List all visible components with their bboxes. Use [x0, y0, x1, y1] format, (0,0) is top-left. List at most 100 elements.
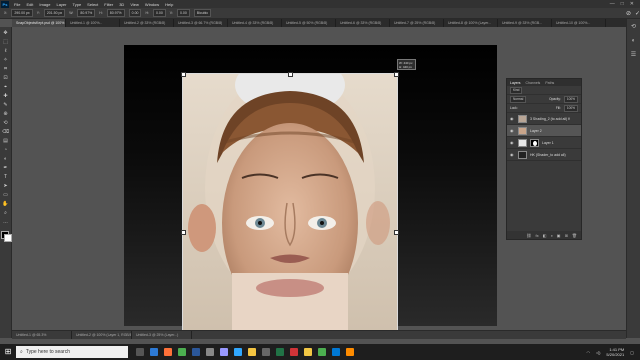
- zoom-icon[interactable]: ⌕: [2, 210, 10, 217]
- gradient-icon[interactable]: ▤: [2, 138, 10, 145]
- app-red-app-icon[interactable]: [290, 348, 298, 356]
- layers-footer-icon[interactable]: ◧: [543, 233, 547, 238]
- visibility-eye-icon[interactable]: ◉: [510, 152, 515, 157]
- type-icon[interactable]: T: [2, 174, 10, 181]
- handle-top-left[interactable]: [181, 72, 186, 77]
- handle-left[interactable]: [181, 230, 186, 235]
- document-tab[interactable]: Untitled-5 @ 50% (RGB/8): [282, 19, 336, 27]
- dodge-icon[interactable]: ◐: [2, 156, 10, 163]
- path-select-icon[interactable]: ➤: [2, 183, 10, 190]
- background-color-swatch[interactable]: [3, 234, 12, 242]
- document-tab[interactable]: Untitled-1 @ 100%...: [66, 19, 120, 27]
- layer-mask-thumbnail[interactable]: [530, 138, 539, 147]
- rotate-field[interactable]: 0.00: [128, 9, 142, 17]
- hand-icon[interactable]: ✋: [2, 201, 10, 208]
- bottom-document-tab[interactable]: Untitled-3 @ 25% (Layer...): [132, 331, 192, 339]
- menu-image[interactable]: Image: [36, 2, 53, 7]
- magic-wand-icon[interactable]: ✧: [2, 57, 10, 64]
- layer-row[interactable]: ◉ Layer 1: [507, 137, 581, 149]
- notifications-icon[interactable]: ▢: [630, 350, 634, 355]
- y-field[interactable]: 201.50 px: [43, 9, 66, 17]
- kind-filter-select[interactable]: Kind: [510, 86, 523, 94]
- layer-row[interactable]: ◉ Layer 2: [507, 125, 581, 137]
- chrome-2-app-icon[interactable]: [318, 348, 326, 356]
- color-icon[interactable]: ◐: [630, 37, 638, 45]
- visibility-eye-icon[interactable]: ◉: [510, 128, 515, 133]
- network-icon[interactable]: ◠: [587, 350, 591, 355]
- layers-footer-icon[interactable]: 🗑: [572, 233, 577, 238]
- eraser-icon[interactable]: ⌫: [2, 129, 10, 136]
- properties-icon[interactable]: ☰: [630, 51, 638, 59]
- document-tab[interactable]: Untitled-4 @ 33% (RGB/8): [228, 19, 282, 27]
- taskbar-search-box[interactable]: ⌕ Type here to search: [16, 346, 128, 358]
- close-button[interactable]: ✕: [630, 1, 634, 7]
- menu-filter[interactable]: Filter: [101, 2, 116, 7]
- cancel-transform-button[interactable]: ⊘: [626, 10, 631, 17]
- marquee-icon[interactable]: ⬚: [2, 39, 10, 46]
- shape-icon[interactable]: ▭: [2, 192, 10, 199]
- blend-mode-select[interactable]: Normal: [510, 95, 527, 103]
- maximize-button[interactable]: □: [621, 1, 624, 7]
- more-icon[interactable]: …: [2, 219, 10, 226]
- tab-paths[interactable]: Paths: [545, 81, 554, 85]
- menu-view[interactable]: View: [127, 2, 142, 7]
- layers-footer-icon[interactable]: ▣: [557, 233, 561, 238]
- height-field[interactable]: 80.97%: [106, 9, 125, 17]
- fill-field[interactable]: 100%: [563, 104, 578, 112]
- chrome-app-icon[interactable]: [178, 348, 186, 356]
- menu-select[interactable]: Select: [84, 2, 101, 7]
- bottom-document-tab[interactable]: Untitled-2 @ 100% (Layer 1, RGB/8#): [72, 331, 132, 339]
- commit-transform-button[interactable]: ✓: [635, 10, 640, 17]
- layers-footer-icon[interactable]: ⊞: [565, 233, 568, 238]
- document-tab[interactable]: Untitled-3 @ 66.7% (RGB/8): [174, 19, 228, 27]
- firefox-app-icon[interactable]: [164, 348, 172, 356]
- premiere-app-icon[interactable]: [220, 348, 228, 356]
- transform-bounding-box[interactable]: [181, 72, 399, 331]
- volume-icon[interactable]: ◁): [596, 350, 600, 355]
- menu-layer[interactable]: Layer: [53, 2, 69, 7]
- menu-window[interactable]: Window: [142, 2, 162, 7]
- media-app-icon[interactable]: [262, 348, 270, 356]
- stamp-icon[interactable]: ⊕: [2, 111, 10, 118]
- document-tab[interactable]: Untitled-10 @ 100%...: [552, 19, 606, 27]
- edge-app-icon[interactable]: [150, 348, 158, 356]
- document-tab[interactable]: SnapObjectsKept.psd @ 100% (Layer 1, RGB…: [12, 19, 66, 27]
- crop-icon[interactable]: ⌗: [2, 66, 10, 73]
- word-app-icon[interactable]: [192, 348, 200, 356]
- layers-footer-icon[interactable]: fx: [535, 233, 538, 238]
- color-swatches[interactable]: [0, 231, 12, 242]
- move-icon[interactable]: ✥: [2, 30, 10, 37]
- tab-channels[interactable]: Channels: [526, 81, 541, 85]
- document-tab[interactable]: Untitled-6 @ 33% (RGB/8): [336, 19, 390, 27]
- task-view-app-icon[interactable]: [136, 348, 144, 356]
- menu-edit[interactable]: Edit: [23, 2, 36, 7]
- app-yellow-app-icon[interactable]: [304, 348, 312, 356]
- hskew-field[interactable]: 0.00: [152, 9, 166, 17]
- settings-app-icon[interactable]: [206, 348, 214, 356]
- x-field[interactable]: 290.00 px: [11, 9, 33, 17]
- pen-icon[interactable]: ✒: [2, 165, 10, 172]
- frame-icon[interactable]: ⊡: [2, 75, 10, 82]
- visibility-eye-icon[interactable]: ◉: [510, 116, 515, 121]
- tab-layers[interactable]: Layers: [510, 81, 521, 85]
- interpolation-select[interactable]: Bicubic: [193, 9, 212, 17]
- handle-top[interactable]: [288, 72, 293, 77]
- menu-type[interactable]: Type: [70, 2, 85, 7]
- width-field[interactable]: 80.97%: [77, 9, 96, 17]
- brush-icon[interactable]: ✎: [2, 102, 10, 109]
- document-tab[interactable]: Untitled-2 @ 33% (RGB/8): [120, 19, 174, 27]
- photoshop-app-icon[interactable]: [234, 348, 242, 356]
- handle-right[interactable]: [394, 230, 399, 235]
- eyedropper-icon[interactable]: ⌖: [2, 84, 10, 91]
- app-blue-app-icon[interactable]: [332, 348, 340, 356]
- blur-icon[interactable]: ◔: [2, 147, 10, 154]
- lasso-icon[interactable]: ℓ: [2, 48, 10, 55]
- windows-start-icon[interactable]: ⊞: [0, 344, 16, 360]
- layer-row[interactable]: ◉ HK (Shader_to add all): [507, 149, 581, 161]
- menu-help[interactable]: Help: [162, 2, 176, 7]
- history-brush-icon[interactable]: ⟲: [2, 120, 10, 127]
- handle-top-right[interactable]: [394, 72, 399, 77]
- layers-footer-icon[interactable]: ⛓: [526, 233, 531, 238]
- document-tab[interactable]: Untitled-9 @ 33% (RGB...: [498, 19, 552, 27]
- menu-3d[interactable]: 3D: [116, 2, 127, 7]
